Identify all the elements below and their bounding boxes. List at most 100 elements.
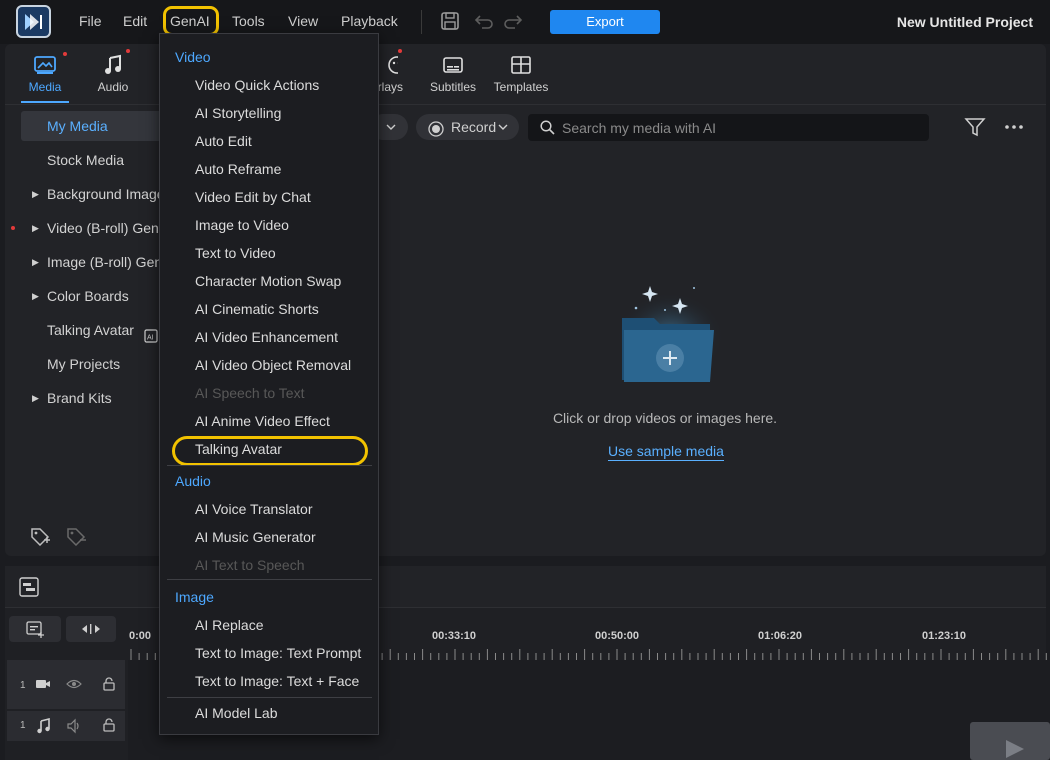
sidebar-item-image-broll[interactable]: ▶ Image (B-roll) Generator: [15, 247, 160, 277]
sidebar-item-brand-kits[interactable]: ▶ Brand Kits: [15, 383, 175, 413]
expand-arrow-icon: ▶: [32, 257, 39, 267]
tab-audio-label: Audio: [97, 80, 129, 94]
audio-track-header: 1: [7, 711, 125, 741]
menu-item-video-quick-actions[interactable]: Video Quick Actions: [195, 77, 319, 93]
empty-folder-illustration[interactable]: [610, 270, 730, 390]
menu-item-ai-cinematic-shorts[interactable]: AI Cinematic Shorts: [195, 301, 319, 317]
menu-item-character-motion-swap[interactable]: Character Motion Swap: [195, 273, 341, 289]
menu-divider: [167, 697, 372, 698]
search-input[interactable]: [562, 117, 922, 138]
menu-item-auto-edit[interactable]: Auto Edit: [195, 133, 252, 149]
active-tab-indicator: [21, 101, 69, 103]
add-tag-icon[interactable]: [29, 526, 51, 549]
redo-icon[interactable]: [503, 11, 525, 34]
title-bar: File Edit GenAI Tools View Playback Expo…: [0, 0, 1050, 44]
sidebar-item-label: My Projects: [47, 356, 121, 372]
more-options-icon[interactable]: [1004, 116, 1024, 141]
project-title: New Untitled Project: [896, 14, 1033, 30]
lock-icon[interactable]: [102, 718, 116, 735]
tab-media[interactable]: Media: [15, 52, 75, 100]
menu-item-ai-video-object-removal[interactable]: AI Video Object Removal: [195, 357, 351, 373]
tab-subtitles[interactable]: Subtitles: [423, 52, 483, 100]
menu-view[interactable]: View: [288, 13, 318, 29]
menu-item-auto-reframe[interactable]: Auto Reframe: [195, 161, 281, 177]
menu-file[interactable]: File: [79, 13, 102, 29]
menu-item-talking-avatar[interactable]: Talking Avatar: [195, 441, 282, 457]
record-icon: [428, 119, 444, 145]
menu-item-text-to-image-text-prompt[interactable]: Text to Image: Text Prompt: [195, 645, 361, 661]
music-note-icon: [83, 52, 143, 78]
record-label: Record: [451, 119, 497, 135]
track-manager-icon: [25, 620, 45, 641]
menu-item-text-to-image-text-face[interactable]: Text to Image: Text + Face: [195, 673, 359, 689]
tab-subtitles-label: Subtitles: [429, 80, 477, 94]
sidebar-item-my-media[interactable]: My Media: [21, 111, 171, 141]
subtitles-icon: [423, 52, 483, 78]
search-box[interactable]: [528, 114, 929, 141]
fit-to-window-icon: [80, 621, 102, 640]
use-sample-media-link[interactable]: Use sample media: [608, 443, 724, 461]
play-icon: [1002, 738, 1026, 760]
tab-audio[interactable]: Audio: [83, 49, 143, 100]
filter-icon[interactable]: [964, 116, 986, 141]
search-icon: [540, 120, 555, 138]
export-button[interactable]: Export: [550, 10, 660, 34]
menu-playback[interactable]: Playback: [341, 13, 398, 29]
notification-dot: [63, 52, 67, 56]
menu-item-ai-video-enhancement[interactable]: AI Video Enhancement: [195, 329, 338, 345]
expand-arrow-icon: ▶: [32, 189, 39, 199]
sidebar-item-my-projects[interactable]: My Projects: [15, 349, 175, 379]
video-camera-icon: [35, 678, 51, 693]
preview-thumbnail[interactable]: [970, 722, 1050, 760]
media-icon: [15, 52, 75, 78]
lock-icon[interactable]: [102, 677, 116, 694]
add-track-button[interactable]: [9, 616, 61, 642]
record-dropdown[interactable]: Record: [416, 114, 519, 140]
chevron-down-icon: [386, 114, 396, 148]
menu-item-ai-text-to-speech: AI Text to Speech: [195, 557, 305, 573]
speaker-icon[interactable]: [66, 718, 82, 737]
notification-dot: [126, 49, 130, 53]
sidebar-item-color-boards[interactable]: ▶ Color Boards: [15, 281, 175, 311]
video-track-header: 1: [7, 660, 125, 709]
menu-item-ai-model-lab[interactable]: AI Model Lab: [195, 705, 278, 721]
timecode: 00:50:00: [595, 630, 640, 642]
menu-tools[interactable]: Tools: [232, 13, 265, 29]
sidebar-item-stock-media[interactable]: Stock Media: [15, 145, 175, 175]
menu-item-ai-music-generator[interactable]: AI Music Generator: [195, 529, 316, 545]
fit-timeline-button[interactable]: [66, 616, 116, 642]
sidebar-item-video-broll[interactable]: ▶ Video (B-roll) Generator: [15, 213, 160, 243]
chevron-down-icon: [498, 114, 508, 148]
empty-state-text: Click or drop videos or images here.: [552, 410, 778, 426]
sidebar-item-label: Image (B-roll) Generator: [47, 254, 160, 270]
menu-item-ai-storytelling[interactable]: AI Storytelling: [195, 105, 281, 121]
timeline-view-icon[interactable]: [18, 576, 40, 601]
sidebar-item-label: Talking Avatar: [47, 322, 134, 338]
tab-templates[interactable]: Templates: [491, 52, 551, 100]
sidebar-item-background-images[interactable]: ▶ Background Images: [15, 179, 160, 209]
menu-section-audio: Audio: [175, 473, 211, 489]
sidebar-item-talking-avatar[interactable]: Talking Avatar AI: [15, 315, 160, 345]
menu-item-ai-voice-translator[interactable]: AI Voice Translator: [195, 501, 313, 517]
menu-item-ai-replace[interactable]: AI Replace: [195, 617, 263, 633]
tab-templates-label: Templates: [493, 80, 549, 94]
undo-icon[interactable]: [472, 11, 494, 34]
genai-dropdown-menu: Video Video Quick Actions AI Storytellin…: [159, 33, 379, 735]
menu-item-text-to-video[interactable]: Text to Video: [195, 245, 276, 261]
menu-divider: [167, 465, 372, 466]
track-number: 1: [20, 680, 26, 691]
remove-tag-icon[interactable]: [65, 526, 87, 549]
music-note-icon: [35, 717, 51, 737]
timecode: 01:06:20: [758, 630, 803, 642]
menu-edit[interactable]: Edit: [123, 13, 147, 29]
app-logo: [16, 5, 51, 38]
sidebar-item-label: My Media: [47, 118, 108, 134]
genai-highlight-annotation: [163, 6, 219, 36]
timecode: 00:33:10: [432, 630, 477, 642]
save-icon[interactable]: [440, 11, 460, 34]
menu-item-video-edit-by-chat[interactable]: Video Edit by Chat: [195, 189, 311, 205]
sidebar-item-label: Color Boards: [47, 288, 129, 304]
eye-icon[interactable]: [66, 677, 82, 694]
menu-item-image-to-video[interactable]: Image to Video: [195, 217, 289, 233]
menu-item-ai-anime-video-effect[interactable]: AI Anime Video Effect: [195, 413, 330, 429]
